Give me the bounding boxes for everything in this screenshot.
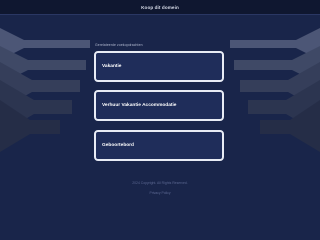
related-link-label: Geboortebord [102,143,134,148]
related-link-label: Vakantie [102,64,122,69]
privacy-policy-link[interactable]: Privacy Policy [0,191,320,195]
related-link-label: Verhuur Vakantie Accommodatie [102,103,177,108]
related-searches-heading: Gerelateerde zoekopdrachten [95,43,143,47]
related-link-verhuur-vakantie-accommodatie[interactable]: Verhuur Vakantie Accommodatie [94,90,224,121]
related-link-geboortebord[interactable]: Geboortebord [94,130,224,161]
footer-copyright: 2024 Copyright. All Rights Reserved. [132,181,188,185]
related-link-vakantie[interactable]: Vakantie [94,51,224,82]
